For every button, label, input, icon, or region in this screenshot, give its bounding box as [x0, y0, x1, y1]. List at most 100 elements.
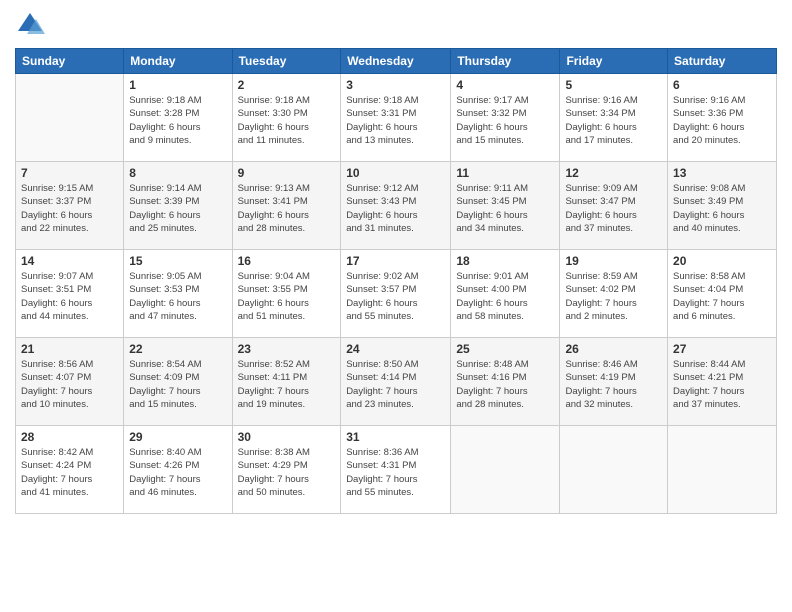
day-info: Sunrise: 8:58 AM Sunset: 4:04 PM Dayligh…	[673, 270, 771, 323]
calendar-cell: 24 Sunrise: 8:50 AM Sunset: 4:14 PM Dayli…	[341, 338, 451, 426]
day-info: Sunrise: 8:36 AM Sunset: 4:31 PM Dayligh…	[346, 446, 445, 499]
calendar-cell: 28 Sunrise: 8:42 AM Sunset: 4:24 PM Dayli…	[16, 426, 124, 514]
calendar-cell: 5 Sunrise: 9:16 AM Sunset: 3:34 PM Daylig…	[560, 74, 668, 162]
day-number: 2	[238, 78, 336, 92]
day-info: Sunrise: 8:52 AM Sunset: 4:11 PM Dayligh…	[238, 358, 336, 411]
calendar-cell	[668, 426, 777, 514]
day-info: Sunrise: 9:15 AM Sunset: 3:37 PM Dayligh…	[21, 182, 118, 235]
day-number: 14	[21, 254, 118, 268]
day-number: 17	[346, 254, 445, 268]
calendar-cell: 11 Sunrise: 9:11 AM Sunset: 3:45 PM Dayli…	[451, 162, 560, 250]
day-info: Sunrise: 8:38 AM Sunset: 4:29 PM Dayligh…	[238, 446, 336, 499]
day-info: Sunrise: 9:01 AM Sunset: 4:00 PM Dayligh…	[456, 270, 554, 323]
calendar-cell: 25Sunrise: 8:48 AM Sunset: 4:16 PM Dayli…	[451, 338, 560, 426]
page: Sunday Monday Tuesday Wednesday Thursday…	[0, 0, 792, 612]
calendar-cell: 2Sunrise: 9:18 AM Sunset: 3:30 PM Daylig…	[232, 74, 341, 162]
day-number: 19	[565, 254, 662, 268]
day-info: Sunrise: 9:18 AM Sunset: 3:31 PM Dayligh…	[346, 94, 445, 147]
day-number: 30	[238, 430, 336, 444]
calendar: Sunday Monday Tuesday Wednesday Thursday…	[15, 48, 777, 514]
day-number: 18	[456, 254, 554, 268]
day-info: Sunrise: 9:16 AM Sunset: 3:34 PM Dayligh…	[565, 94, 662, 147]
calendar-cell	[16, 74, 124, 162]
calendar-cell: 10Sunrise: 9:12 AM Sunset: 3:43 PM Dayli…	[341, 162, 451, 250]
col-thursday: Thursday	[451, 49, 560, 74]
calendar-cell: 1Sunrise: 9:18 AM Sunset: 3:28 PM Daylig…	[124, 74, 232, 162]
calendar-cell: 8 Sunrise: 9:14 AM Sunset: 3:39 PM Daylig…	[124, 162, 232, 250]
day-number: 16	[238, 254, 336, 268]
day-number: 11	[456, 166, 554, 180]
day-info: Sunrise: 9:07 AM Sunset: 3:51 PM Dayligh…	[21, 270, 118, 323]
day-info: Sunrise: 9:16 AM Sunset: 3:36 PM Dayligh…	[673, 94, 771, 147]
col-wednesday: Wednesday	[341, 49, 451, 74]
day-number: 6	[673, 78, 771, 92]
day-number: 3	[346, 78, 445, 92]
week-row-4: 21 Sunrise: 8:56 AM Sunset: 4:07 PM Dayli…	[16, 338, 777, 426]
calendar-cell: 12 Sunrise: 9:09 AM Sunset: 3:47 PM Dayli…	[560, 162, 668, 250]
calendar-cell: 13Sunrise: 9:08 AM Sunset: 3:49 PM Dayli…	[668, 162, 777, 250]
day-info: Sunrise: 9:09 AM Sunset: 3:47 PM Dayligh…	[565, 182, 662, 235]
day-info: Sunrise: 8:46 AM Sunset: 4:19 PM Dayligh…	[565, 358, 662, 411]
day-info: Sunrise: 9:05 AM Sunset: 3:53 PM Dayligh…	[129, 270, 226, 323]
day-number: 5	[565, 78, 662, 92]
day-info: Sunrise: 9:04 AM Sunset: 3:55 PM Dayligh…	[238, 270, 336, 323]
week-row-3: 14 Sunrise: 9:07 AM Sunset: 3:51 PM Dayli…	[16, 250, 777, 338]
calendar-cell: 3 Sunrise: 9:18 AM Sunset: 3:31 PM Daylig…	[341, 74, 451, 162]
day-number: 25	[456, 342, 554, 356]
day-number: 1	[129, 78, 226, 92]
day-info: Sunrise: 9:11 AM Sunset: 3:45 PM Dayligh…	[456, 182, 554, 235]
day-number: 12	[565, 166, 662, 180]
calendar-cell: 23 Sunrise: 8:52 AM Sunset: 4:11 PM Dayli…	[232, 338, 341, 426]
calendar-cell: 14 Sunrise: 9:07 AM Sunset: 3:51 PM Dayli…	[16, 250, 124, 338]
day-number: 23	[238, 342, 336, 356]
calendar-cell: 7 Sunrise: 9:15 AM Sunset: 3:37 PM Daylig…	[16, 162, 124, 250]
calendar-cell	[560, 426, 668, 514]
header	[15, 10, 777, 40]
logo	[15, 10, 49, 40]
day-info: Sunrise: 8:50 AM Sunset: 4:14 PM Dayligh…	[346, 358, 445, 411]
day-info: Sunrise: 9:02 AM Sunset: 3:57 PM Dayligh…	[346, 270, 445, 323]
week-row-1: 1Sunrise: 9:18 AM Sunset: 3:28 PM Daylig…	[16, 74, 777, 162]
calendar-cell: 9Sunrise: 9:13 AM Sunset: 3:41 PM Daylig…	[232, 162, 341, 250]
day-number: 7	[21, 166, 118, 180]
calendar-cell: 15 Sunrise: 9:05 AM Sunset: 3:53 PM Dayli…	[124, 250, 232, 338]
day-info: Sunrise: 8:40 AM Sunset: 4:26 PM Dayligh…	[129, 446, 226, 499]
calendar-body: 1Sunrise: 9:18 AM Sunset: 3:28 PM Daylig…	[16, 74, 777, 514]
day-number: 28	[21, 430, 118, 444]
day-info: Sunrise: 8:54 AM Sunset: 4:09 PM Dayligh…	[129, 358, 226, 411]
col-sunday: Sunday	[16, 49, 124, 74]
day-info: Sunrise: 8:44 AM Sunset: 4:21 PM Dayligh…	[673, 358, 771, 411]
col-tuesday: Tuesday	[232, 49, 341, 74]
calendar-header-row: Sunday Monday Tuesday Wednesday Thursday…	[16, 49, 777, 74]
calendar-cell: 17 Sunrise: 9:02 AM Sunset: 3:57 PM Dayli…	[341, 250, 451, 338]
calendar-cell	[451, 426, 560, 514]
day-number: 27	[673, 342, 771, 356]
day-number: 8	[129, 166, 226, 180]
calendar-cell: 26Sunrise: 8:46 AM Sunset: 4:19 PM Dayli…	[560, 338, 668, 426]
day-number: 21	[21, 342, 118, 356]
day-info: Sunrise: 8:42 AM Sunset: 4:24 PM Dayligh…	[21, 446, 118, 499]
calendar-cell: 21 Sunrise: 8:56 AM Sunset: 4:07 PM Dayli…	[16, 338, 124, 426]
day-number: 15	[129, 254, 226, 268]
calendar-cell: 31Sunrise: 8:36 AM Sunset: 4:31 PM Dayli…	[341, 426, 451, 514]
calendar-cell: 18 Sunrise: 9:01 AM Sunset: 4:00 PM Dayli…	[451, 250, 560, 338]
day-number: 20	[673, 254, 771, 268]
calendar-cell: 20 Sunrise: 8:58 AM Sunset: 4:04 PM Dayli…	[668, 250, 777, 338]
week-row-2: 7 Sunrise: 9:15 AM Sunset: 3:37 PM Daylig…	[16, 162, 777, 250]
day-info: Sunrise: 8:56 AM Sunset: 4:07 PM Dayligh…	[21, 358, 118, 411]
day-info: Sunrise: 9:17 AM Sunset: 3:32 PM Dayligh…	[456, 94, 554, 147]
calendar-cell: 22Sunrise: 8:54 AM Sunset: 4:09 PM Dayli…	[124, 338, 232, 426]
day-info: Sunrise: 9:14 AM Sunset: 3:39 PM Dayligh…	[129, 182, 226, 235]
day-info: Sunrise: 8:59 AM Sunset: 4:02 PM Dayligh…	[565, 270, 662, 323]
calendar-cell: 4 Sunrise: 9:17 AM Sunset: 3:32 PM Daylig…	[451, 74, 560, 162]
col-monday: Monday	[124, 49, 232, 74]
week-row-5: 28 Sunrise: 8:42 AM Sunset: 4:24 PM Dayli…	[16, 426, 777, 514]
day-number: 13	[673, 166, 771, 180]
day-number: 24	[346, 342, 445, 356]
day-number: 4	[456, 78, 554, 92]
col-friday: Friday	[560, 49, 668, 74]
logo-icon	[15, 10, 45, 40]
calendar-cell: 16 Sunrise: 9:04 AM Sunset: 3:55 PM Dayli…	[232, 250, 341, 338]
calendar-cell: 19 Sunrise: 8:59 AM Sunset: 4:02 PM Dayli…	[560, 250, 668, 338]
calendar-cell: 6 Sunrise: 9:16 AM Sunset: 3:36 PM Daylig…	[668, 74, 777, 162]
